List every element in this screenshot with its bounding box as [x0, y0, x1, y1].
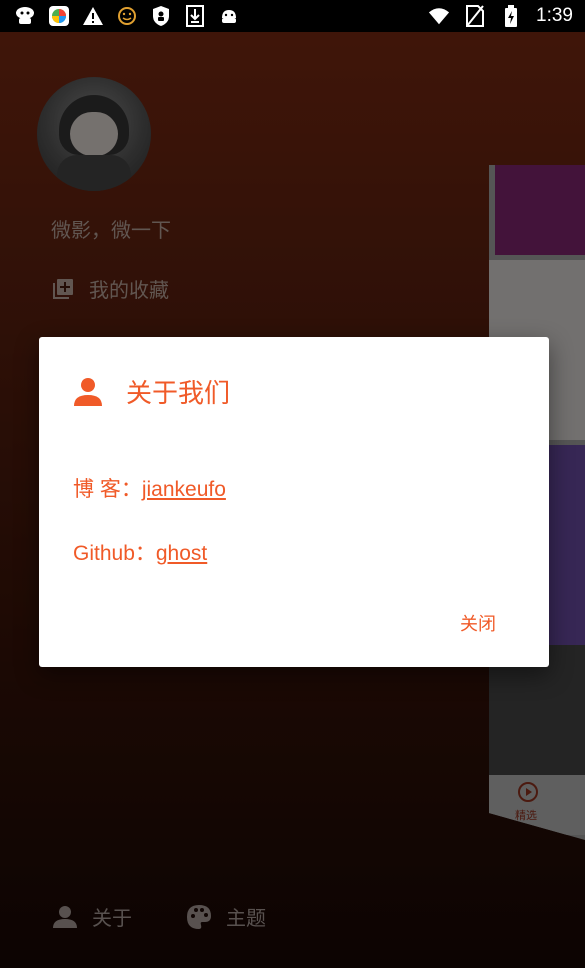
- shield-icon: [150, 5, 172, 27]
- person-icon: [72, 376, 104, 408]
- warning-icon: [82, 5, 104, 27]
- blog-link[interactable]: jiankeufo: [142, 478, 226, 501]
- blog-label: 博 客：: [73, 478, 142, 501]
- clock: 1:39: [536, 5, 573, 26]
- android-icon: [218, 5, 240, 27]
- status-bar: 1:39: [0, 0, 585, 32]
- no-sim-icon: [464, 5, 486, 27]
- dialog-title: 关于我们: [72, 373, 230, 410]
- about-dialog: 关于我们 博 客：jiankeufo Github：ghost 关闭: [39, 337, 549, 667]
- download-icon: [184, 5, 206, 27]
- github-row: Github：ghost: [73, 537, 207, 567]
- store-app-icon: [48, 5, 70, 27]
- dialog-title-text: 关于我们: [126, 379, 231, 409]
- github-label: Github：: [73, 542, 156, 565]
- close-button[interactable]: 关闭: [460, 610, 496, 636]
- blog-row: 博 客：jiankeufo: [73, 473, 226, 503]
- wifi-icon: [428, 5, 450, 27]
- github-link[interactable]: ghost: [156, 542, 207, 565]
- smiley-icon: [116, 5, 138, 27]
- battery-icon: [500, 5, 522, 27]
- carrier-app-icon: [14, 5, 36, 27]
